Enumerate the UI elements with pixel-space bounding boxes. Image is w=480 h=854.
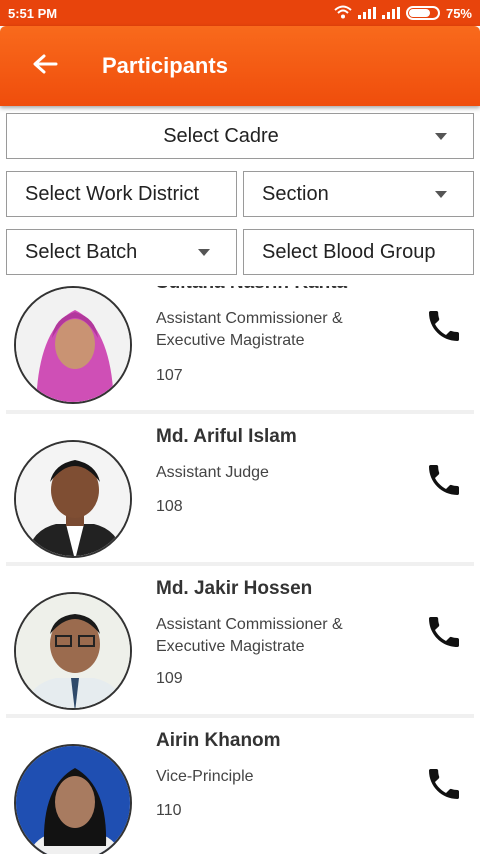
- call-button[interactable]: [424, 306, 464, 346]
- back-button[interactable]: [0, 26, 90, 106]
- blood-group-select[interactable]: Select Blood Group: [243, 229, 474, 275]
- work-district-select-label: Select Work District: [25, 182, 200, 205]
- call-button[interactable]: [424, 612, 464, 652]
- batch-select-label: Select Batch: [25, 240, 138, 263]
- status-time: 5:51 PM: [8, 5, 58, 21]
- list-item[interactable]: Sultana Nasrin Kanta Assistant Commissio…: [6, 286, 474, 414]
- phone-icon: [424, 311, 464, 350]
- arrow-left-icon: [32, 53, 58, 80]
- participant-designation: Assistant Commissioner & Executive Magis…: [156, 310, 343, 349]
- chevron-down-icon: [435, 132, 447, 140]
- cadre-select[interactable]: Select Cadre: [6, 113, 474, 159]
- avatar: [14, 286, 132, 404]
- section-select[interactable]: Section: [243, 171, 474, 217]
- participant-name: Airin Khanom: [156, 730, 281, 751]
- participant-number: 107: [156, 367, 183, 384]
- list-item[interactable]: Md. Jakir Hossen Assistant Commissioner …: [6, 566, 474, 718]
- participant-list[interactable]: Sultana Nasrin Kanta Assistant Commissio…: [0, 286, 480, 854]
- avatar: [14, 592, 132, 710]
- call-button[interactable]: [424, 764, 464, 804]
- list-item[interactable]: Airin Khanom Vice-Principle 110: [6, 718, 474, 854]
- phone-icon: [424, 465, 464, 504]
- filter-panel: Select Cadre Select Work District Sectio…: [0, 106, 480, 286]
- work-district-select[interactable]: Select Work District: [6, 171, 237, 217]
- phone-icon: [424, 769, 464, 808]
- participant-number: 109: [156, 670, 183, 687]
- cadre-select-label: Select Cadre: [163, 124, 279, 147]
- batch-select[interactable]: Select Batch: [6, 229, 237, 275]
- participant-number: 108: [156, 498, 183, 515]
- phone-icon: [424, 617, 464, 656]
- battery-icon: [405, 6, 440, 20]
- avatar: [14, 744, 132, 854]
- status-bar: 5:51 PM 75%: [0, 0, 480, 26]
- participant-designation: Assistant Judge: [156, 464, 269, 481]
- signal-icon-2: [381, 7, 400, 19]
- participant-designation: Vice-Principle: [156, 768, 254, 785]
- chevron-down-icon: [198, 248, 210, 256]
- participant-name: Md. Jakir Hossen: [156, 578, 313, 599]
- signal-icon: [357, 7, 376, 19]
- participant-designation: Assistant Commissioner & Executive Magis…: [156, 616, 343, 655]
- call-button[interactable]: [424, 460, 464, 500]
- blood-group-select-label: Select Blood Group: [262, 240, 436, 263]
- page-title: Participants: [102, 53, 228, 78]
- app-bar: Participants: [0, 26, 480, 106]
- participant-name: Md. Ariful Islam: [156, 426, 297, 447]
- wifi-icon: [334, 5, 352, 22]
- chevron-down-icon: [435, 190, 447, 198]
- avatar: [14, 440, 132, 558]
- list-item[interactable]: Md. Ariful Islam Assistant Judge 108: [6, 414, 474, 566]
- section-select-label: Section: [262, 182, 329, 205]
- participant-number: 110: [156, 802, 182, 819]
- battery-percent: 75%: [445, 5, 472, 21]
- participant-name: Sultana Nasrin Kanta: [156, 286, 347, 294]
